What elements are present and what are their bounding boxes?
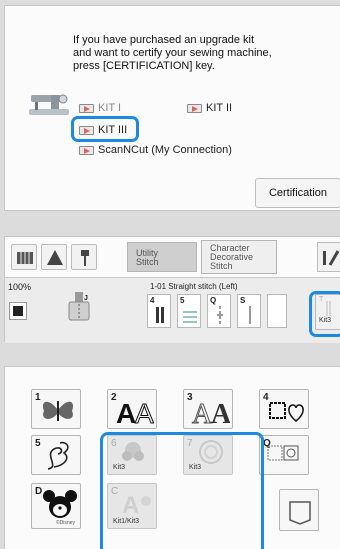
kit-1-label: KIT I: [98, 102, 122, 114]
kit-2-option: KIT II: [187, 102, 232, 114]
stretch-stitch-icon: [249, 306, 251, 324]
upgrade-message-line: and want to certify your sewing machine,: [73, 47, 272, 59]
zoom-label: 100%: [8, 282, 32, 292]
book-icon: [17, 252, 33, 264]
svg-text:A: A: [135, 398, 154, 429]
certification-button[interactable]: Certification: [255, 178, 340, 208]
triple-stitch-icon: [217, 306, 223, 324]
upgrade-message-line: If you have purchased an upgrade kit: [73, 34, 255, 46]
upgrade-message: If you have purchased an upgrade kit and…: [73, 34, 272, 73]
stitch-card[interactable]: Q: [207, 294, 231, 328]
svg-text:A: A: [192, 399, 213, 429]
scancut-option: ScanNCut (My Connection): [79, 144, 232, 156]
tab-character-stitch[interactable]: Character Decorative Stitch: [201, 240, 277, 274]
triangle-icon: [47, 250, 63, 265]
straight-stitch-icon: [156, 307, 164, 323]
kit-2-label: KIT II: [206, 102, 233, 114]
tab-line: Stitch: [136, 257, 159, 267]
pattern-category-2[interactable]: 2 AA: [107, 389, 157, 429]
pocket-icon: [289, 501, 311, 525]
quilt-pattern-icon: [267, 445, 299, 461]
upgrade-message-line: press [CERTIFICATION] key.: [73, 60, 215, 72]
stitch-name: 1-01 Straight stitch (Left): [150, 282, 238, 291]
upgrade-panel: If you have purchased an upgrade kit and…: [4, 5, 340, 211]
book-button[interactable]: [11, 244, 37, 270]
stitch-panel: Utility Stitch Character Decorative Stit…: [4, 236, 340, 343]
presser-foot-icon: J: [68, 292, 90, 321]
pattern-category-5[interactable]: 5: [31, 435, 81, 475]
kit3-stitch-highlight: [309, 291, 340, 337]
kit3-patterns-highlight: [100, 432, 264, 549]
arrow-right-icon: [187, 103, 202, 113]
svg-text:A: A: [116, 398, 136, 429]
pattern-category-3[interactable]: 3 AA: [183, 389, 233, 429]
letters-icon: AA: [116, 398, 154, 430]
pattern-category-q[interactable]: Q: [259, 435, 309, 475]
arrow-right-icon: [79, 103, 94, 113]
foot-letter: J: [84, 295, 88, 302]
swirl-icon: [47, 441, 69, 470]
stitch-card[interactable]: 4: [147, 294, 171, 328]
needle-icon: [81, 250, 89, 266]
stitch-card-blank[interactable]: [267, 294, 287, 328]
needle-mode-button[interactable]: [41, 244, 67, 270]
fancy-letters-icon: AA: [192, 399, 231, 430]
thread-color-button[interactable]: [9, 302, 27, 320]
pattern-category-1[interactable]: 1: [31, 389, 81, 429]
zigzag-stitch-icon: [183, 311, 197, 323]
kit-3-highlight: [71, 116, 139, 142]
tab-line: Stitch: [210, 261, 233, 271]
kit-1-option: KIT I: [79, 102, 121, 114]
sewing-machine-icon: [29, 94, 69, 115]
pencil-icon: [323, 250, 340, 266]
edit-button[interactable]: [317, 242, 340, 272]
scancut-label: ScanNCut (My Connection): [98, 144, 232, 156]
stitch-card[interactable]: 5: [177, 294, 201, 328]
pattern-category-disney[interactable]: D ©Disney: [31, 483, 81, 529]
frame-heart-icon: [269, 402, 304, 422]
disney-caption: ©Disney: [56, 520, 75, 526]
pattern-category-4[interactable]: 4: [259, 389, 309, 429]
stitch-card[interactable]: S: [237, 294, 261, 328]
pocket-button[interactable]: [279, 489, 319, 531]
stitch-row: 100% 1-01 Straight stitch (Left) J 4 5 Q…: [5, 277, 340, 343]
arrow-right-icon: [79, 145, 94, 155]
tab-utility-stitch[interactable]: Utility Stitch: [127, 242, 197, 272]
mickey-mouse-icon: [43, 490, 77, 518]
svg-text:A: A: [211, 399, 230, 429]
needle-position-button[interactable]: [71, 244, 97, 270]
butterfly-icon: [42, 401, 74, 421]
